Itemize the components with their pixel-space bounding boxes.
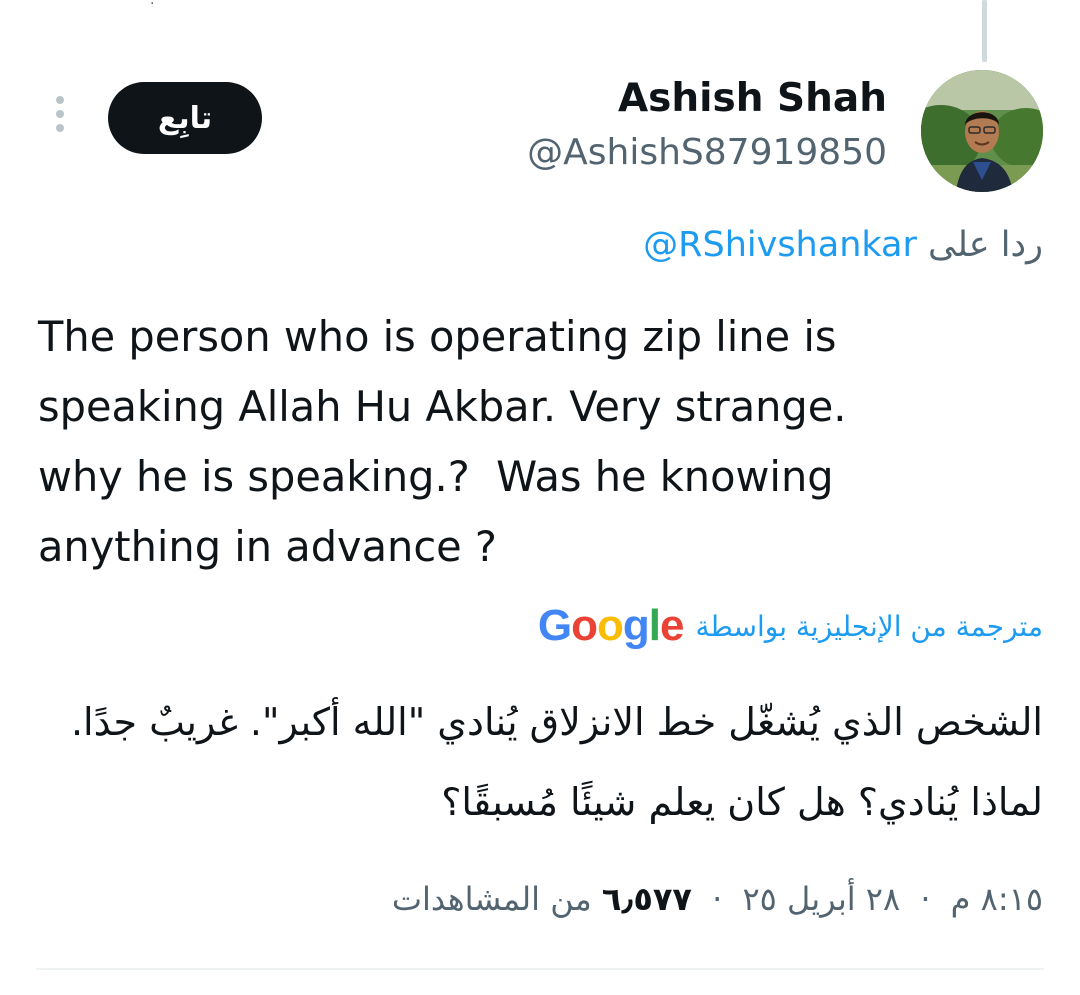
separator-dot: · <box>712 880 723 918</box>
separator-dot: · <box>920 880 931 918</box>
views-count[interactable]: ٦٫٥٧٧ <box>602 880 692 918</box>
author-name[interactable]: Ashish Shah <box>618 76 887 121</box>
more-options-button[interactable] <box>48 96 72 140</box>
thread-connector-line <box>982 0 987 62</box>
reply-prefix: ردا على <box>928 225 1043 265</box>
google-logo-icon: Google <box>537 601 685 650</box>
translated-from-label[interactable]: مترجمة من الإنجليزية بواسطة <box>696 610 1043 643</box>
avatar[interactable] <box>921 70 1043 192</box>
tweet-date[interactable]: ٢٨ أبريل ٢٥ <box>742 880 900 918</box>
divider <box>36 968 1044 970</box>
translated-tweet-text: الشخص الذي يُشغّل خط الانزلاق يُنادي "ال… <box>70 700 1043 824</box>
tweet-metadata: ٨:١٥ م · ٢٨ أبريل ٢٥ · ٦٫٥٧٧ من المشاهدا… <box>392 880 1043 918</box>
profile-photo-icon <box>921 70 1043 192</box>
reply-to-handle-link[interactable]: @RShivshankar <box>643 225 917 265</box>
tweet-time[interactable]: ٨:١٥ م <box>951 880 1043 918</box>
author-handle[interactable]: @AshishS87919850 <box>527 132 887 173</box>
more-vertical-icon <box>56 96 64 104</box>
follow-button[interactable]: تابِع <box>108 82 262 154</box>
translation-attribution: مترجمة من الإنجليزية بواسطة Google <box>538 604 1043 648</box>
views-label: من المشاهدات <box>391 880 592 918</box>
thread-top-mark: · <box>150 0 155 12</box>
tweet-text: The person who is operating zip line is … <box>38 312 847 571</box>
reply-context: ردا على @RShivshankar <box>643 225 1043 265</box>
